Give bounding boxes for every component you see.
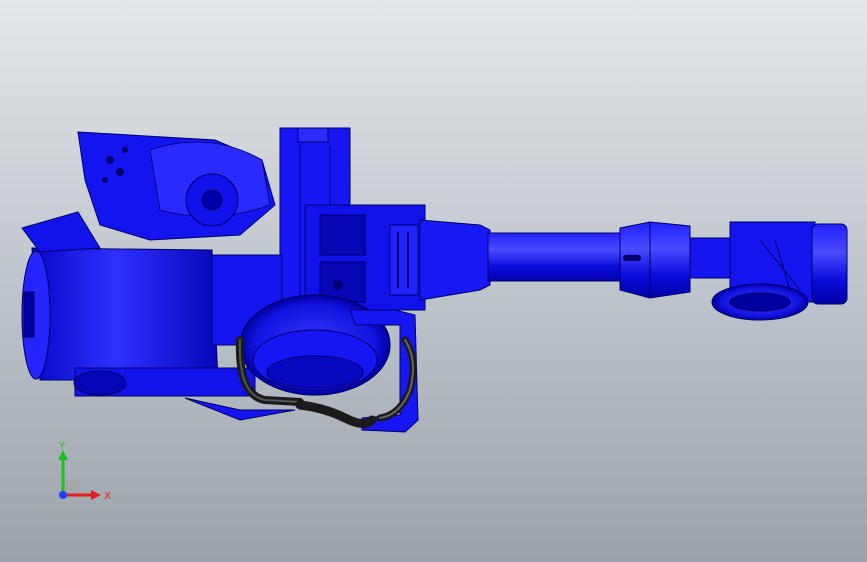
z-axis-dot-icon bbox=[59, 491, 67, 499]
x-axis-arrowhead-icon bbox=[91, 490, 101, 500]
cad-graphics-viewport[interactable]: Y X bbox=[0, 0, 867, 562]
forearm-tube bbox=[419, 219, 691, 301]
coordinate-triad: Y X bbox=[58, 441, 111, 502]
base-turret bbox=[77, 131, 276, 241]
robot-arm-model[interactable] bbox=[0, 0, 867, 562]
shoulder-gearbox bbox=[304, 204, 426, 311]
y-axis-label: Y bbox=[58, 441, 66, 452]
wrist-assembly bbox=[689, 221, 848, 321]
x-axis-label: X bbox=[104, 491, 111, 502]
